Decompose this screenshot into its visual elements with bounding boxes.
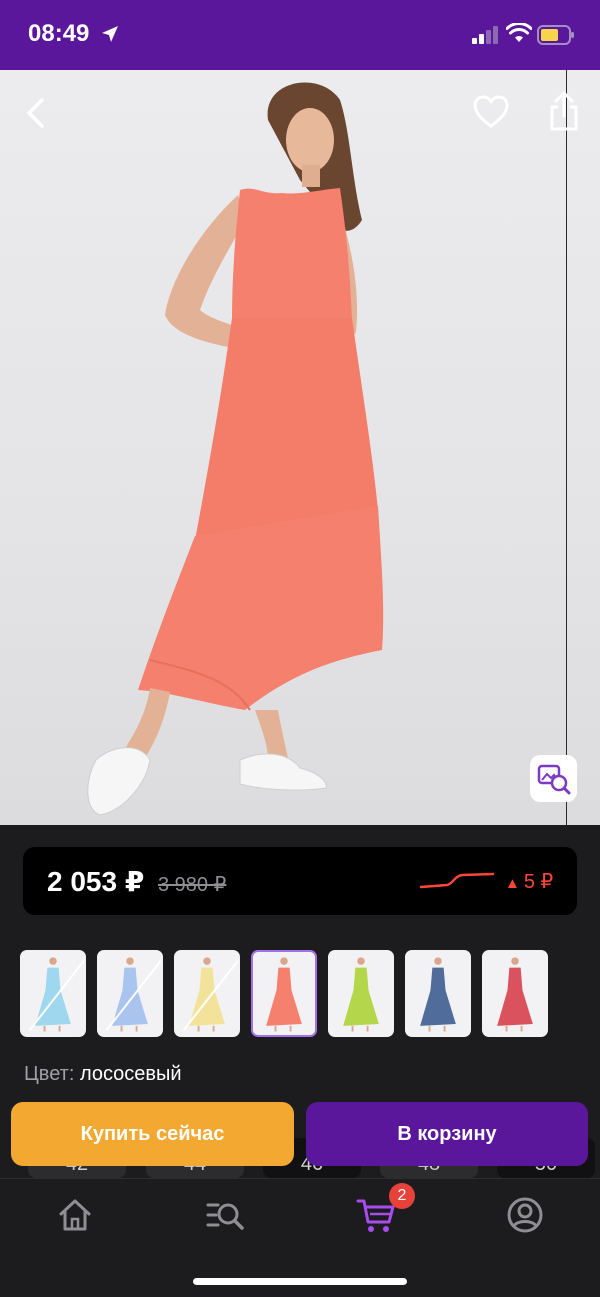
color-info: Цвет: лососевый xyxy=(24,1063,182,1086)
catalog-search-icon xyxy=(206,1203,244,1230)
heart-icon[interactable] xyxy=(472,94,510,130)
image-edge-line xyxy=(566,70,567,825)
dress-thumbnail-image xyxy=(35,957,71,1032)
share-icon[interactable] xyxy=(546,90,582,132)
add-to-cart-button[interactable]: В корзину xyxy=(306,1102,588,1166)
price-old: 3 980 ₽ xyxy=(158,874,227,896)
price-history-chart-icon xyxy=(419,872,495,889)
color-thumbnail[interactable] xyxy=(97,950,163,1037)
product-image[interactable] xyxy=(0,70,600,825)
price-change-value: 5 ₽ xyxy=(523,871,554,893)
tab-catalog[interactable] xyxy=(205,1195,245,1235)
color-thumbnail[interactable] xyxy=(20,950,86,1037)
dress-thumbnail-image xyxy=(420,957,456,1032)
battery-icon xyxy=(537,25,574,45)
visual-search-icon xyxy=(537,764,571,795)
back-icon[interactable] xyxy=(20,96,54,130)
home-indicator xyxy=(193,1278,407,1285)
color-label: Цвет: xyxy=(24,1063,75,1085)
wifi-icon xyxy=(506,23,532,42)
dress-thumbnail-image xyxy=(343,957,379,1032)
color-options xyxy=(20,950,580,1037)
price-change: ▲ 5 ₽ xyxy=(505,869,553,894)
product-photo xyxy=(87,82,384,816)
profile-icon xyxy=(507,1197,543,1233)
tab-profile[interactable] xyxy=(505,1195,545,1235)
status-time: 08:49 xyxy=(28,20,90,47)
price-card[interactable]: 2 053 ₽ 3 980 ₽ ▲ 5 ₽ xyxy=(23,847,577,915)
color-thumbnail[interactable] xyxy=(251,950,317,1037)
location-arrow-icon xyxy=(102,26,118,42)
cart-count-badge: 2 xyxy=(389,1183,415,1209)
color-thumbnail[interactable] xyxy=(405,950,471,1037)
color-thumbnail[interactable] xyxy=(482,950,548,1037)
visual-search-button[interactable] xyxy=(530,755,577,802)
price-current: 2 053 ₽ xyxy=(47,866,145,897)
dress-thumbnail-image xyxy=(189,957,225,1032)
signal-icon xyxy=(472,26,498,44)
dress-thumbnail-image xyxy=(266,957,302,1032)
tab-home[interactable] xyxy=(55,1195,95,1235)
arrow-up-icon: ▲ xyxy=(505,875,520,892)
color-value: лососевый xyxy=(79,1063,182,1085)
home-icon xyxy=(59,1199,91,1231)
color-thumbnail[interactable] xyxy=(328,950,394,1037)
status-bar: 08:49 xyxy=(0,0,600,70)
buy-now-button[interactable]: Купить сейчас xyxy=(11,1102,294,1166)
dress-thumbnail-image xyxy=(112,957,148,1032)
dress-thumbnail-image xyxy=(497,957,533,1032)
color-thumbnail[interactable] xyxy=(174,950,240,1037)
